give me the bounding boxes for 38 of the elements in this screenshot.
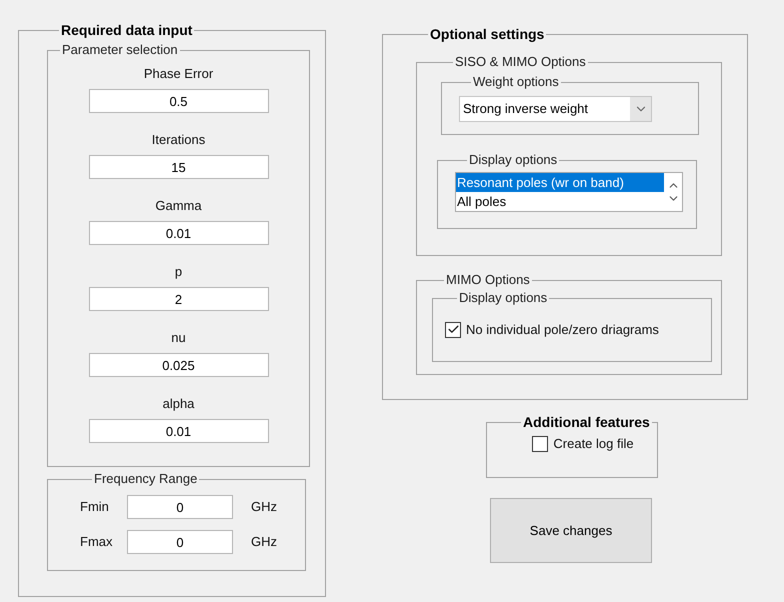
parameter-label: Phase Error: [144, 65, 214, 83]
save-button[interactable]: Save changes: [490, 498, 652, 563]
parameter-label: alpha: [162, 395, 194, 413]
parameter-label: nu: [171, 329, 186, 347]
group-title: Optional settings: [429, 26, 546, 42]
group-title: MIMO Options: [445, 272, 531, 288]
group-title: SISO & MIMO Options: [454, 54, 587, 70]
group-title: Required data input: [60, 22, 194, 38]
input-field[interactable]: 0: [127, 530, 233, 554]
dropdown-value: Strong inverse weight: [462, 100, 590, 118]
group-title: Additional features: [522, 414, 651, 430]
input-field[interactable]: 15: [88, 155, 268, 179]
parameter-label: p: [174, 263, 182, 281]
group-title: Parameter selection: [61, 42, 179, 58]
list-item[interactable]: All poles: [456, 192, 664, 211]
checkbox-label: Create log file: [553, 435, 634, 453]
group-title: Frequency Range: [93, 471, 198, 487]
input-field[interactable]: 2: [88, 287, 268, 311]
frequency-label: Fmin: [80, 498, 110, 516]
group-title: Weight options: [472, 74, 560, 90]
frequency-label: Fmax: [80, 533, 114, 552]
group-title: Display options: [468, 152, 558, 168]
checkbox[interactable]: [532, 436, 548, 452]
input-field[interactable]: 0.025: [88, 353, 268, 377]
unit-label: GHz: [251, 498, 277, 516]
input-field[interactable]: 0.5: [88, 89, 268, 113]
input-field[interactable]: 0.01: [88, 221, 268, 245]
parameter-label: Gamma: [155, 197, 202, 215]
dropdown[interactable]: Strong inverse weight: [459, 96, 652, 122]
list-box[interactable]: Resonant poles (wr on band) All poles: [455, 172, 683, 212]
checkbox[interactable]: [445, 322, 461, 338]
group-title: Display options: [458, 290, 548, 306]
input-field[interactable]: 0: [127, 495, 233, 519]
unit-label: GHz: [251, 533, 277, 552]
checkbox-label: No individual pole/zero driagrams: [466, 321, 659, 339]
input-field[interactable]: 0.01: [88, 419, 268, 443]
list-item[interactable]: Resonant poles (wr on band): [456, 173, 664, 192]
parameter-label: Iterations: [152, 131, 206, 149]
